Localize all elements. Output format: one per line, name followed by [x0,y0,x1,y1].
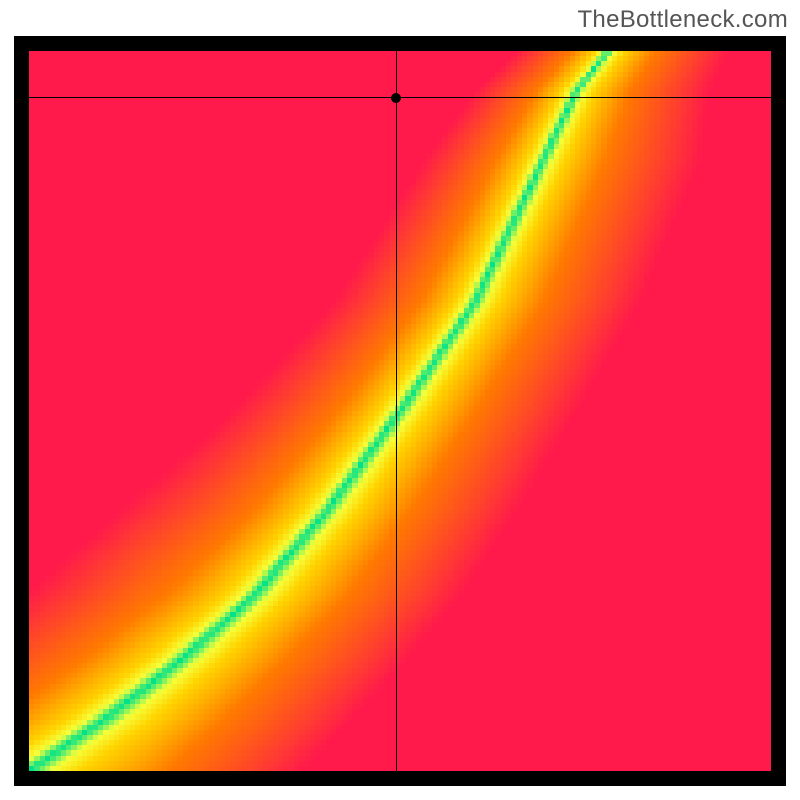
chart-frame [14,36,786,786]
chart-plot-area [29,51,771,771]
crosshair-marker [391,93,401,103]
watermark-label: TheBottleneck.com [577,6,788,34]
chart-root: TheBottleneck.com [0,0,800,800]
heatmap-canvas [29,51,771,771]
crosshair-vertical [396,51,397,771]
